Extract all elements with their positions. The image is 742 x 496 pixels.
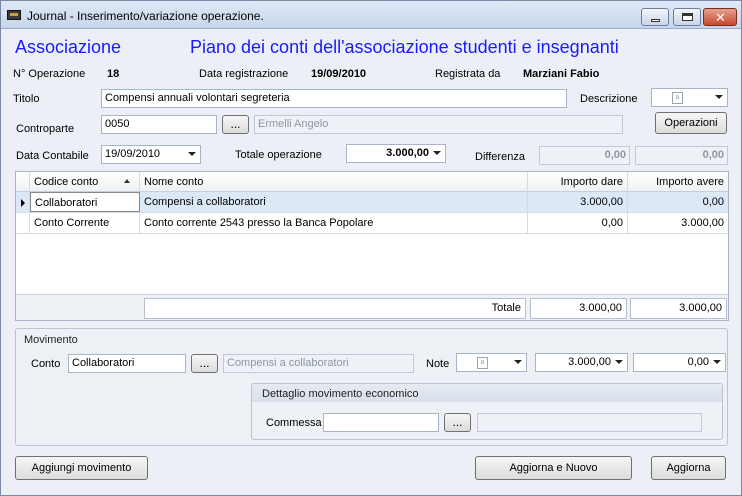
movement-credit-value: 0,00	[687, 356, 709, 368]
job-order-field[interactable]	[323, 413, 439, 432]
totals-debit: 3.000,00	[530, 298, 627, 319]
registered-by-label: Registrata da	[435, 68, 501, 80]
update-and-new-button[interactable]: Aggiorna e Nuovo	[475, 456, 632, 480]
title-bar[interactable]: Journal - Inserimento/variazione operazi…	[1, 1, 741, 29]
operation-number-label: N° Operazione	[13, 68, 86, 80]
column-header-debit[interactable]: Importo dare	[528, 172, 628, 192]
chevron-down-icon	[713, 360, 721, 364]
account-field[interactable]: Collaboratori	[68, 354, 186, 373]
entries-grid[interactable]: Codice conto Nome conto Importo dare Imp…	[15, 171, 729, 321]
accounting-date-field[interactable]: 19/09/2010	[101, 145, 201, 164]
grid-totals-footer: Totale 3.000,00 3.000,00	[16, 294, 728, 320]
chevron-down-icon	[715, 95, 723, 99]
title-field[interactable]: Compensi annuali volontari segreteria	[101, 89, 567, 108]
registered-by-value: Marziani Fabio	[523, 68, 600, 80]
cell-account-code[interactable]: Conto Corrente	[30, 213, 140, 233]
job-order-name-field	[477, 413, 702, 432]
cell-account-name[interactable]: Conto corrente 2543 presso la Banca Popo…	[140, 213, 528, 233]
current-row-icon	[21, 199, 25, 207]
row-indicator-header	[16, 172, 30, 192]
operation-number-value: 18	[107, 68, 120, 80]
economic-detail-title: Dettaglio movimento economico	[262, 388, 419, 400]
total-operation-label: Totale operazione	[235, 149, 322, 161]
counterparty-code-field[interactable]: 0050	[101, 115, 217, 134]
maximize-button[interactable]	[673, 8, 701, 26]
sort-ascending-icon	[124, 179, 130, 183]
accounting-date-label: Data Contabile	[16, 150, 89, 162]
account-lookup-button[interactable]: ...	[191, 354, 218, 373]
grid-header: Codice conto Nome conto Importo dare Imp…	[16, 172, 728, 192]
notes-label: Note	[426, 358, 450, 370]
description-label: Descrizione	[580, 93, 638, 105]
job-order-label: Commessa	[266, 417, 322, 429]
journal-app-icon	[7, 10, 21, 20]
update-button[interactable]: Aggiorna	[651, 456, 726, 480]
cell-account-name[interactable]: Compensi a collaboratori	[140, 192, 528, 212]
movement-credit-field[interactable]: 0,00	[633, 353, 726, 372]
column-header-account-name[interactable]: Nome conto	[140, 172, 528, 192]
totals-credit: 3.000,00	[630, 298, 727, 319]
close-icon: ✕	[715, 10, 726, 25]
job-order-lookup-button[interactable]: ...	[444, 413, 471, 432]
movement-debit-field[interactable]: 3.000,00	[535, 353, 628, 372]
document-icon: a	[477, 357, 488, 369]
minimize-icon	[651, 19, 660, 22]
association-heading: Associazione	[15, 37, 122, 57]
total-operation-value: 3.000,00	[386, 147, 429, 159]
window-title: Journal - Inserimento/variazione operazi…	[27, 9, 264, 23]
counterparty-lookup-button[interactable]: ...	[222, 115, 249, 134]
journal-window: Journal - Inserimento/variazione operazi…	[0, 0, 742, 496]
chevron-down-icon	[433, 151, 441, 155]
document-icon: a	[672, 92, 683, 104]
row-indicator	[16, 213, 30, 233]
difference-field-b: 0,00	[635, 146, 728, 165]
total-operation-field[interactable]: 3.000,00	[346, 144, 446, 163]
table-row[interactable]: Conto Corrente Conto corrente 2543 press…	[16, 213, 728, 234]
column-header-credit[interactable]: Importo avere	[628, 172, 728, 192]
registration-date-value: 19/09/2010	[311, 68, 367, 80]
row-indicator	[16, 192, 30, 212]
cell-debit[interactable]: 3.000,00	[528, 192, 628, 212]
chevron-down-icon	[615, 360, 623, 364]
counterparty-label: Controparte	[16, 123, 75, 135]
operations-button[interactable]: Operazioni	[655, 112, 727, 134]
account-label: Conto	[31, 358, 61, 370]
maximize-icon	[682, 13, 693, 21]
totals-label: Totale	[144, 298, 526, 319]
description-dropdown[interactable]: a	[651, 88, 728, 107]
cell-credit[interactable]: 3.000,00	[628, 213, 728, 233]
difference-label: Differenza	[475, 151, 525, 163]
movement-debit-value: 3.000,00	[568, 356, 611, 368]
accounting-date-value: 19/09/2010	[105, 148, 161, 160]
counterparty-name-field: Ermelli Angelo	[254, 115, 623, 134]
table-row[interactable]: Collaboratori Compensi a collaboratori 3…	[16, 192, 728, 213]
movement-group-title: Movimento	[24, 334, 78, 346]
difference-field-a: 0,00	[539, 146, 630, 165]
cell-credit[interactable]: 0,00	[628, 192, 728, 212]
column-header-account-code[interactable]: Codice conto	[30, 172, 140, 192]
minimize-button[interactable]	[641, 8, 669, 26]
title-label: Titolo	[13, 93, 40, 105]
registration-date-label: Data registrazione	[199, 68, 289, 80]
close-button[interactable]: ✕	[703, 8, 737, 26]
chevron-down-icon	[514, 360, 522, 364]
notes-dropdown[interactable]: a	[456, 353, 527, 372]
chart-of-accounts-heading: Piano dei conti dell'associazione studen…	[190, 37, 619, 57]
add-movement-button[interactable]: Aggiungi movimento	[15, 456, 148, 480]
account-name-field: Compensi a collaboratori	[223, 354, 414, 373]
cell-account-code[interactable]: Collaboratori	[30, 192, 140, 212]
cell-debit[interactable]: 0,00	[528, 213, 628, 233]
chevron-down-icon	[188, 152, 196, 156]
column-header-label: Codice conto	[34, 176, 99, 188]
